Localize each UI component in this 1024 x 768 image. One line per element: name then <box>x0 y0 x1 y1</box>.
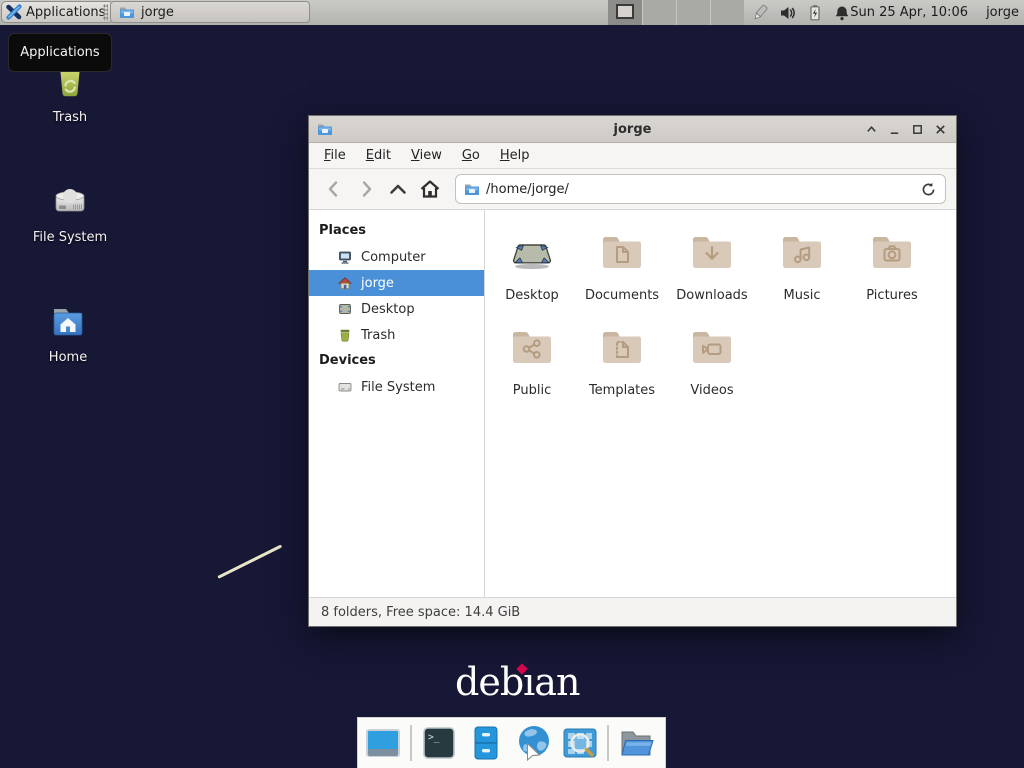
dock-terminal-button[interactable]: >_ <box>419 723 459 763</box>
path-input[interactable] <box>486 182 914 197</box>
path-bar[interactable] <box>455 174 946 204</box>
panel-username[interactable]: jorge <box>986 0 1019 25</box>
templates-folder-icon <box>598 323 646 371</box>
dock-separator <box>607 725 609 761</box>
file-item-desktop[interactable]: Desktop <box>487 228 577 323</box>
sidebar-item-computer[interactable]: Computer <box>309 244 484 270</box>
file-item-music[interactable]: Music <box>757 228 847 323</box>
workspace-2[interactable] <box>642 0 676 25</box>
home-button[interactable] <box>417 176 443 202</box>
workspace-4[interactable] <box>710 0 744 25</box>
top-panel: Applications jorge <box>0 0 1024 25</box>
system-tray <box>750 0 851 25</box>
desktop-icon-label: Home <box>18 350 118 365</box>
menu-help[interactable]: Help <box>490 145 540 166</box>
minimize-button[interactable] <box>887 122 902 137</box>
desktop-icon-label: File System <box>20 230 120 245</box>
downloads-folder-icon <box>688 228 736 276</box>
folder-icon <box>464 181 480 197</box>
workspace-3[interactable] <box>676 0 710 25</box>
panel-handle[interactable] <box>103 4 108 21</box>
desktop-icon-label: Trash <box>20 110 120 125</box>
folder-icon <box>119 4 135 20</box>
public-folder-icon <box>508 323 556 371</box>
taskbar-window-button[interactable]: jorge <box>110 1 310 23</box>
workspace-pager <box>608 0 744 25</box>
file-item-templates[interactable]: Templates <box>577 323 667 418</box>
sidebar: Places Computer jorge <box>309 210 485 597</box>
statusbar-text: 8 folders, Free space: 14.4 GiB <box>321 605 520 620</box>
sidebar-header-places: Places <box>309 218 484 244</box>
dock: >_ <box>357 717 666 768</box>
close-button[interactable] <box>933 122 948 137</box>
dock-file-manager-button[interactable] <box>466 723 506 763</box>
sidebar-item-desktop[interactable]: Desktop <box>309 296 484 322</box>
forward-button[interactable] <box>353 176 379 202</box>
back-button[interactable] <box>321 176 347 202</box>
file-grid: Desktop Documents <box>485 210 956 597</box>
reload-icon[interactable] <box>920 181 937 198</box>
maximize-button[interactable] <box>910 122 925 137</box>
statusbar: 8 folders, Free space: 14.4 GiB <box>309 597 956 626</box>
sidebar-item-file-system[interactable]: File System <box>309 374 484 400</box>
toolbar <box>309 169 956 210</box>
taskbar-window-label: jorge <box>141 5 174 20</box>
svg-text:>_: >_ <box>428 732 440 743</box>
applications-tooltip: Applications <box>8 33 112 72</box>
panel-clock[interactable]: Sun 25 Apr, 10:06 <box>850 0 968 25</box>
file-item-public[interactable]: Public <box>487 323 577 418</box>
stylus-icon[interactable] <box>750 3 770 23</box>
xfce-logo-icon <box>6 4 22 20</box>
sidebar-item-trash[interactable]: Trash <box>309 322 484 348</box>
desktop-icon <box>337 301 353 317</box>
sidebar-header-devices: Devices <box>309 348 484 374</box>
menubar: File Edit View Go Help <box>309 143 956 169</box>
pictures-folder-icon <box>868 228 916 276</box>
window-title: jorge <box>309 122 956 137</box>
applications-menu-button[interactable]: Applications <box>1 1 114 23</box>
desktop-icon-home[interactable]: Home <box>18 297 118 365</box>
dock-application-finder-button[interactable] <box>560 723 600 763</box>
shade-button[interactable] <box>864 122 879 137</box>
stylus-stroke <box>217 544 282 578</box>
videos-folder-icon <box>688 323 736 371</box>
workspace-window-thumb <box>616 4 634 19</box>
file-item-pictures[interactable]: Pictures <box>847 228 937 323</box>
notifications-bell-icon[interactable] <box>833 4 851 22</box>
applications-menu-label: Applications <box>26 5 105 20</box>
sidebar-item-jorge[interactable]: jorge <box>309 270 484 296</box>
file-item-videos[interactable]: Videos <box>667 323 757 418</box>
battery-charging-icon[interactable] <box>806 4 824 22</box>
volume-icon[interactable] <box>779 4 797 22</box>
file-item-documents[interactable]: Documents <box>577 228 667 323</box>
debian-logo: debıan <box>455 660 579 704</box>
menu-edit[interactable]: Edit <box>356 145 401 166</box>
menu-file[interactable]: File <box>314 145 356 166</box>
drive-icon <box>337 379 353 395</box>
music-folder-icon <box>778 228 826 276</box>
computer-icon <box>337 249 353 265</box>
window-body: Places Computer jorge <box>309 210 956 597</box>
trash-icon <box>337 327 353 343</box>
window-titlebar[interactable]: jorge <box>309 116 956 143</box>
dock-folder-button[interactable] <box>616 723 656 763</box>
file-item-downloads[interactable]: Downloads <box>667 228 757 323</box>
dock-show-desktop-button[interactable] <box>363 723 403 763</box>
dock-web-browser-button[interactable] <box>513 723 553 763</box>
drive-icon <box>46 177 94 225</box>
dock-separator <box>410 725 412 761</box>
documents-folder-icon <box>598 228 646 276</box>
desktop-surface-icon <box>508 228 556 276</box>
menu-go[interactable]: Go <box>452 145 490 166</box>
home-folder-icon <box>44 297 92 345</box>
workspace-1[interactable] <box>608 0 642 25</box>
up-button[interactable] <box>385 176 411 202</box>
house-icon <box>337 275 353 291</box>
menu-view[interactable]: View <box>401 145 452 166</box>
desktop-icon-file-system[interactable]: File System <box>20 177 120 245</box>
file-manager-window: jorge File Edit View Go Help <box>308 115 957 627</box>
